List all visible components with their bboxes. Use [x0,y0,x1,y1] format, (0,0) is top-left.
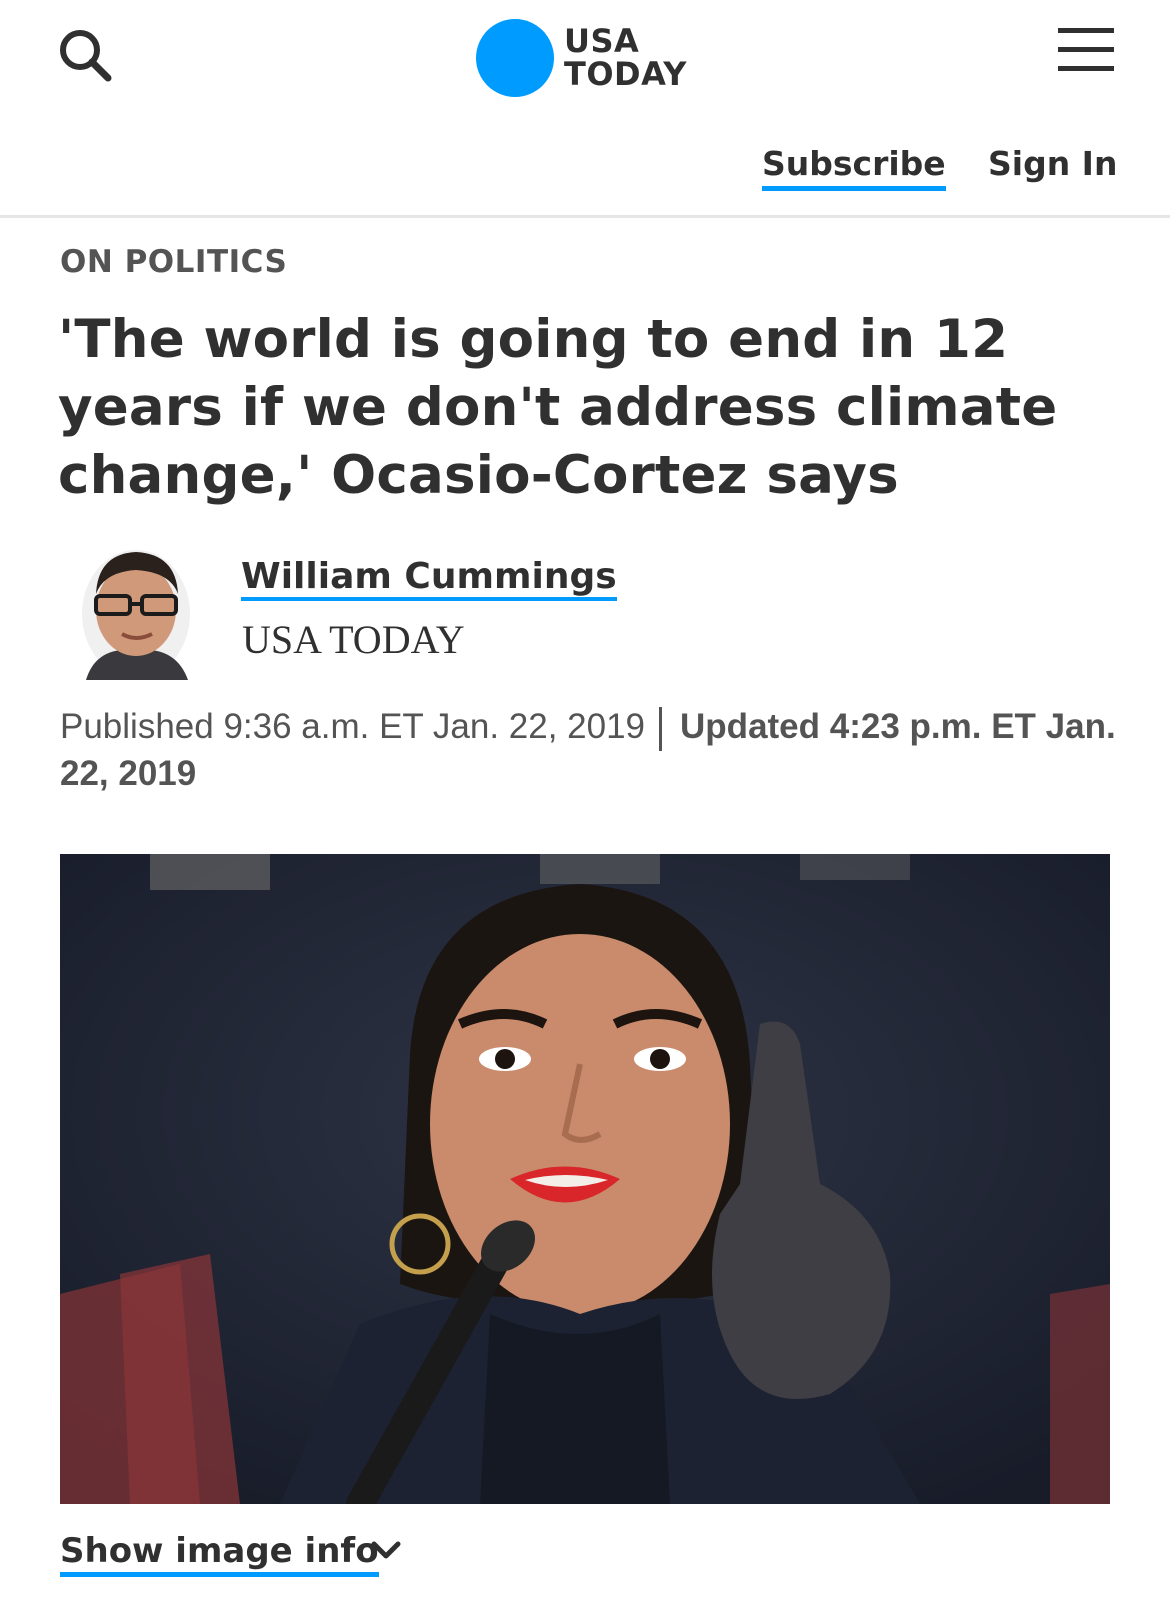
logo-wordmark: USA TODAY [564,25,687,91]
show-image-info-toggle[interactable] [370,1540,402,1562]
author-name-link[interactable]: William Cummings [241,557,617,601]
published-date: Published 9:36 a.m. ET Jan. 22, 2019 [60,707,646,746]
article-headline: 'The world is going to end in 12 years i… [58,309,1058,506]
search-icon [60,30,112,82]
search-button[interactable] [56,26,116,86]
chevron-down-icon [371,1541,401,1559]
date-separator [659,706,663,751]
author-organization: USA TODAY [242,617,465,662]
logo-line1: USA [564,22,640,60]
menu-icon [1058,28,1116,71]
signin-link[interactable]: Sign In [988,144,1117,184]
usa-today-logo[interactable]: USA TODAY [476,18,687,98]
logo-line2: TODAY [564,55,687,93]
logo-dot [476,19,554,97]
site-header: USA TODAY Subscribe Sign In [0,0,1170,218]
author-avatar[interactable] [78,534,194,680]
menu-button[interactable] [1058,28,1116,78]
show-image-info-button[interactable]: Show image info [60,1530,379,1577]
section-label[interactable]: ON POLITICS [60,244,287,280]
article-dates: Published 9:36 a.m. ET Jan. 22, 2019 Upda… [60,704,1140,797]
subscribe-link[interactable]: Subscribe [762,144,946,191]
hero-image[interactable] [60,854,1110,1504]
